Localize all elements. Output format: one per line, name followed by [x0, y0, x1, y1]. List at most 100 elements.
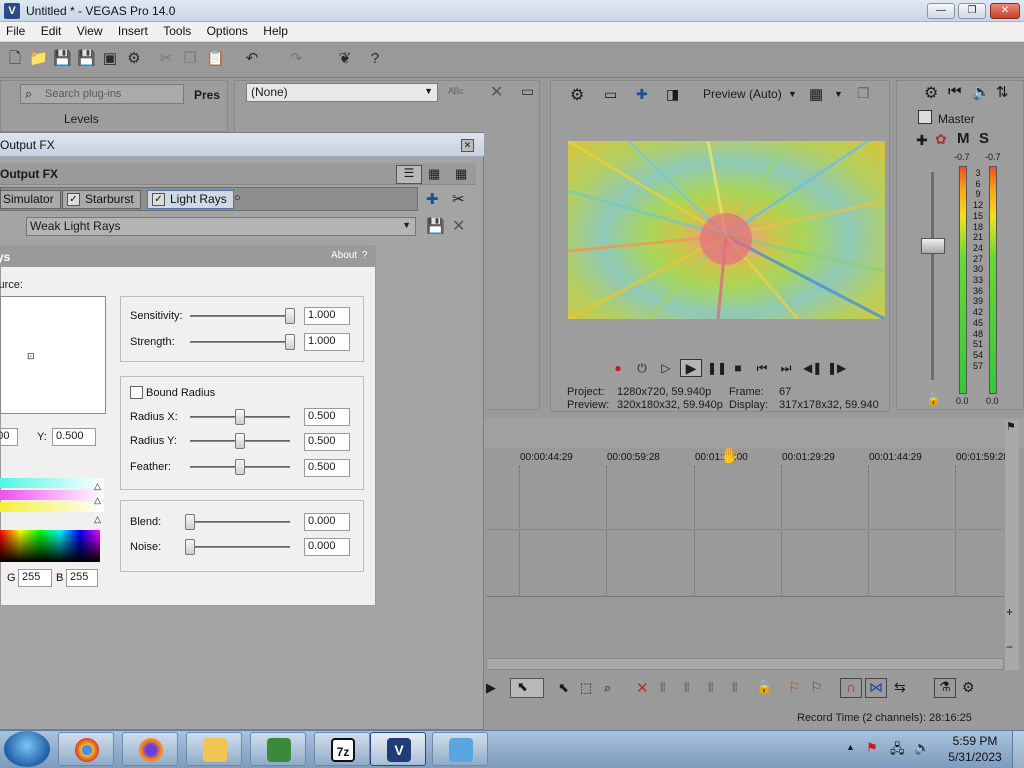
- preset-dropdown[interactable]: Weak Light Rays ▼: [26, 217, 416, 236]
- help-icon[interactable]: ?: [366, 50, 384, 68]
- menu-options[interactable]: Options: [201, 22, 254, 38]
- taskbar-monitor[interactable]: [250, 732, 306, 766]
- new-icon[interactable]: 🗋: [6, 50, 24, 68]
- open-icon[interactable]: 📁: [29, 50, 48, 68]
- tray-flag-icon[interactable]: ⚑: [866, 740, 878, 756]
- g-input[interactable]: 255: [18, 569, 52, 587]
- delete-preset-icon[interactable]: ✕: [452, 216, 465, 236]
- play-icon[interactable]: ▶: [680, 359, 702, 377]
- plugin-icon[interactable]: ❦: [336, 50, 354, 68]
- radius-x-input[interactable]: 0.500: [304, 408, 350, 426]
- copy-icon[interactable]: ❐: [181, 50, 199, 68]
- undo-icon[interactable]: ↶: [243, 50, 261, 68]
- normal-edit-tool-icon[interactable]: ⬉: [510, 678, 544, 698]
- zoom-out-icon[interactable]: −: [1006, 640, 1013, 654]
- fx-tab-simulator[interactable]: Simulator: [0, 190, 61, 209]
- timeline-horizontal-scrollbar[interactable]: [486, 658, 1004, 670]
- chain-view-icon[interactable]: ☰: [396, 165, 422, 184]
- window-icon[interactable]: ▭: [521, 83, 534, 100]
- remove-icon[interactable]: ✕: [490, 82, 503, 102]
- loop-icon[interactable]: ⏻: [635, 361, 649, 375]
- region-icon[interactable]: ⚐: [810, 679, 823, 696]
- cut-icon[interactable]: ✂: [157, 50, 175, 68]
- gradient-marker-icon[interactable]: △: [94, 514, 101, 525]
- strength-input[interactable]: 1.000: [304, 333, 350, 351]
- split-screen-icon[interactable]: ✚: [636, 86, 648, 103]
- vegas-logo-icon[interactable]: V: [4, 3, 20, 19]
- selection-tool-icon[interactable]: ⬚: [580, 680, 592, 696]
- blend-input[interactable]: 0.000: [304, 513, 350, 531]
- noise-input[interactable]: 0.000: [304, 538, 350, 556]
- save-icon[interactable]: 💾: [53, 50, 72, 68]
- cyan-gradient[interactable]: [0, 478, 104, 488]
- lock-envelopes-icon[interactable]: ⚗: [934, 678, 956, 698]
- tray-volume-icon[interactable]: 🔈: [914, 740, 930, 756]
- trim-icon[interactable]: ⫴: [660, 680, 665, 696]
- ripple-edit-icon[interactable]: ⇆: [894, 679, 906, 696]
- prev-frame-icon[interactable]: ⏮: [755, 361, 769, 375]
- strength-slider[interactable]: [285, 334, 295, 350]
- fx-preset-select[interactable]: (None) ▼: [246, 83, 438, 102]
- show-desktop-button[interactable]: [1012, 731, 1024, 768]
- noise-slider[interactable]: [185, 539, 195, 555]
- radius-y-slider[interactable]: [235, 433, 245, 449]
- checkbox-icon[interactable]: ✓: [152, 193, 165, 206]
- lock-icon[interactable]: 🔒: [756, 679, 772, 695]
- copy-snapshot-icon[interactable]: ❐: [857, 85, 870, 102]
- fx-tab-light-rays[interactable]: ✓ Light Rays: [147, 190, 234, 209]
- delete-icon[interactable]: ✕: [636, 679, 649, 697]
- save-as-icon[interactable]: 💾: [77, 50, 96, 68]
- menu-view[interactable]: View: [71, 22, 109, 38]
- timeline-vertical-scrollbar[interactable]: [1005, 420, 1019, 670]
- taskbar-vegas[interactable]: V: [370, 732, 426, 766]
- radius-x-slider[interactable]: [235, 409, 245, 425]
- sensitivity-input[interactable]: 1.000: [304, 307, 350, 325]
- gradient-marker-icon[interactable]: △: [94, 481, 101, 492]
- taskbar-7zip[interactable]: 7z: [314, 732, 370, 766]
- ignore-grouping-icon[interactable]: ⚙: [962, 679, 975, 696]
- pause-icon[interactable]: ❚❚: [707, 361, 727, 375]
- mute-button[interactable]: M: [957, 130, 970, 147]
- delete-icon[interactable]: [213, 50, 231, 68]
- play-from-start-icon[interactable]: ▷: [659, 361, 673, 375]
- close-icon[interactable]: ✕: [461, 139, 474, 152]
- menu-edit[interactable]: Edit: [35, 22, 68, 38]
- next-marker-icon[interactable]: ❚▶: [827, 361, 846, 375]
- split-icon[interactable]: ⫴: [732, 680, 737, 696]
- properties-icon[interactable]: ⚙: [125, 50, 143, 68]
- spellcheck-icon[interactable]: ᴬᴮᶜ: [448, 85, 464, 100]
- plugin-item-levels[interactable]: Levels: [64, 112, 99, 126]
- preview-quality-dropdown[interactable]: Preview (Auto): [703, 87, 782, 101]
- envelope-tool-icon[interactable]: ⬉: [558, 680, 569, 696]
- yellow-gradient[interactable]: [0, 502, 104, 512]
- blend-slider[interactable]: [185, 514, 195, 530]
- trim-start-icon[interactable]: ⫴: [684, 680, 689, 696]
- bound-radius-checkbox[interactable]: [130, 386, 143, 399]
- search-plugins-input[interactable]: ⌕ Search plug-ins: [20, 84, 184, 104]
- grid-view-icon[interactable]: ▦: [455, 166, 467, 182]
- menu-file[interactable]: File: [0, 22, 31, 38]
- preview-overlay-icon[interactable]: ◨: [666, 86, 679, 103]
- maximize-button[interactable]: ❐: [958, 3, 986, 19]
- auto-crossfade-icon[interactable]: ⋈: [865, 678, 887, 698]
- record-icon[interactable]: ●: [611, 361, 625, 375]
- fx-tab-starburst[interactable]: ✓ Starburst: [62, 190, 141, 209]
- tray-network-icon[interactable]: 🖧: [890, 740, 905, 762]
- help-link[interactable]: ?: [362, 250, 368, 261]
- mixer-icon[interactable]: ⇅: [996, 83, 1009, 101]
- external-monitor-icon[interactable]: ▭: [604, 86, 617, 103]
- source-position-picker[interactable]: ⊡: [0, 296, 106, 414]
- checkbox-icon[interactable]: ✓: [67, 193, 80, 206]
- list-view-icon[interactable]: ▦: [428, 166, 440, 182]
- feather-input[interactable]: 0.500: [304, 459, 350, 477]
- about-link[interactable]: About: [331, 250, 357, 261]
- start-button[interactable]: [4, 731, 50, 767]
- master-fader-thumb[interactable]: [921, 238, 945, 254]
- marker-icon[interactable]: ⚑: [1006, 420, 1016, 433]
- feather-slider[interactable]: [235, 459, 245, 475]
- bus-fx-icon[interactable]: ✿: [935, 131, 947, 148]
- tray-expand-icon[interactable]: ▲: [846, 742, 855, 752]
- taskbar-firefox[interactable]: [122, 732, 178, 766]
- x-input[interactable]: 0.500: [0, 428, 18, 446]
- next-frame-icon[interactable]: ⏭: [779, 361, 793, 375]
